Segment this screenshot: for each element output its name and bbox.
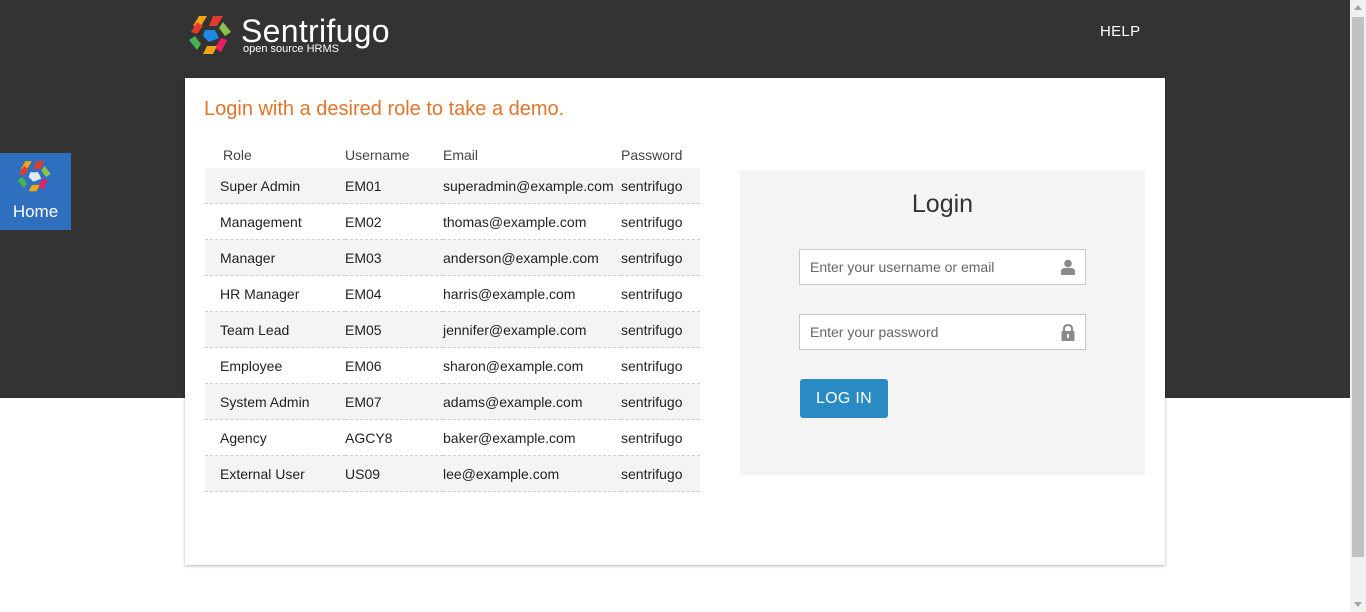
cell-password: sentrifugo [621,419,700,456]
cell-role: Employee [205,347,345,384]
username-field [799,249,1086,285]
table-row[interactable]: Manager EM03 anderson@example.com sentri… [205,239,700,276]
home-logo-icon [17,161,51,192]
cell-email: superadmin@example.com [443,168,621,204]
cell-password: sentrifugo [621,275,700,312]
table-row[interactable]: External User US09 lee@example.com sentr… [205,455,700,492]
table-header-row: Role Username Email Password [205,142,700,168]
cell-role: Manager [205,239,345,276]
table-row[interactable]: Employee EM06 sharon@example.com sentrif… [205,347,700,384]
cell-role: Team Lead [205,311,345,348]
help-link[interactable]: HELP [1100,23,1140,40]
roles-table: Role Username Email Password Super Admin… [205,142,700,492]
cell-username: EM01 [345,168,443,204]
username-input[interactable] [800,250,1055,284]
password-field [799,314,1086,350]
password-input[interactable] [800,315,1055,349]
cell-email: harris@example.com [443,275,621,312]
cell-role: System Admin [205,383,345,420]
cell-password: sentrifugo [621,383,700,420]
cell-username: EM05 [345,311,443,348]
table-row[interactable]: Team Lead EM05 jennifer@example.com sent… [205,311,700,348]
table-row[interactable]: System Admin EM07 adams@example.com sent… [205,383,700,420]
cell-email: anderson@example.com [443,239,621,276]
login-title: Login [911,190,974,218]
column-header-password: Password [621,147,683,163]
cell-role: Agency [205,419,345,456]
table-row[interactable]: HR Manager EM04 harris@example.com sentr… [205,275,700,312]
cell-password: sentrifugo [621,347,700,384]
table-row[interactable]: Agency AGCY8 baker@example.com sentrifug… [205,419,700,456]
cell-username: EM07 [345,383,443,420]
scrollbar-thumb[interactable] [1352,17,1364,557]
cell-email: sharon@example.com [443,347,621,384]
cell-password: sentrifugo [621,239,700,276]
cell-role: Super Admin [205,168,345,204]
cell-password: sentrifugo [621,168,700,204]
table-row[interactable]: Super Admin EM01 superadmin@example.com … [205,168,700,204]
sentrifugo-logo-icon [189,16,231,54]
column-header-role: Role [223,147,252,163]
cell-email: adams@example.com [443,383,621,420]
lock-icon [1061,324,1075,341]
demo-card: Login with a desired role to take a demo… [185,78,1165,565]
cell-email: thomas@example.com [443,203,621,240]
cell-username: EM03 [345,239,443,276]
cell-password: sentrifugo [621,203,700,240]
cell-username: EM06 [345,347,443,384]
login-panel: Login LOG IN [740,170,1145,475]
cell-password: sentrifugo [621,455,700,492]
brand-tagline: open source HRMS [243,43,339,55]
cell-username: EM02 [345,203,443,240]
scroll-down-icon[interactable] [1354,602,1362,607]
cell-email: jennifer@example.com [443,311,621,348]
login-button[interactable]: LOG IN [800,379,888,418]
home-label: Home [12,202,59,221]
cell-email: lee@example.com [443,455,621,492]
cell-username: EM04 [345,275,443,312]
logo[interactable]: Sentrifugo open source HRMS [187,13,397,60]
cell-username: US09 [345,455,443,492]
cell-email: baker@example.com [443,419,621,456]
column-header-email: Email [443,147,479,163]
user-icon [1061,259,1075,275]
cell-role: Management [205,203,345,240]
demo-title: Login with a desired role to take a demo… [204,98,565,120]
cell-username: AGCY8 [345,419,443,456]
page-scrollbar[interactable] [1350,0,1366,612]
column-header-username: Username [345,147,410,163]
scroll-up-icon[interactable] [1354,5,1362,10]
cell-role: HR Manager [205,275,345,312]
cell-role: External User [205,455,345,492]
cell-password: sentrifugo [621,311,700,348]
table-row[interactable]: Management EM02 thomas@example.com sentr… [205,203,700,240]
home-button[interactable]: Home [0,153,71,230]
